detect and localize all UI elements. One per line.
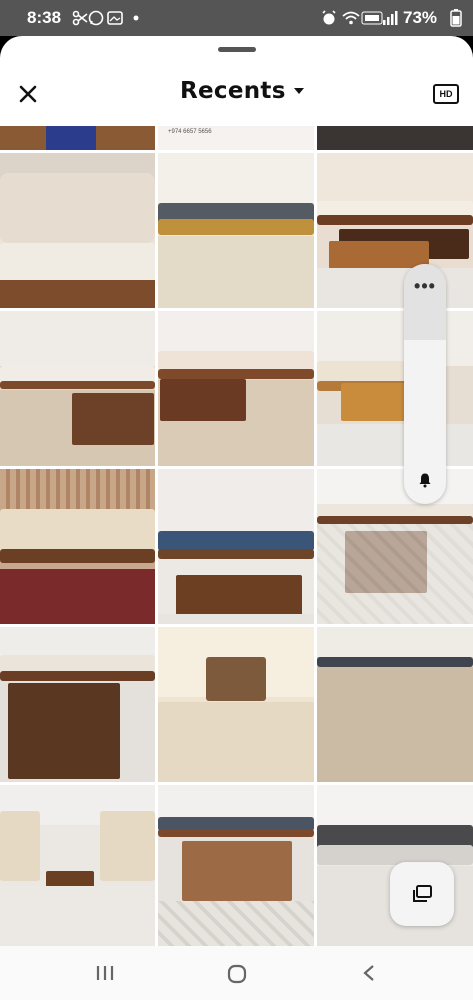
navigation-bar bbox=[0, 946, 473, 1000]
status-time: 8:38 bbox=[27, 8, 62, 27]
hd-label: HD bbox=[439, 89, 453, 99]
photo-grid: +974 6657 5656 bbox=[0, 126, 473, 946]
bell-icon bbox=[419, 473, 431, 488]
photo-thumbnail[interactable] bbox=[158, 627, 314, 782]
photo-thumbnail[interactable] bbox=[158, 469, 314, 624]
photo-thumbnail[interactable] bbox=[317, 153, 473, 308]
album-selector[interactable]: Recents bbox=[180, 78, 304, 104]
signal-icon bbox=[383, 11, 398, 25]
photo-thumbnail[interactable] bbox=[317, 311, 473, 466]
photo-thumbnail[interactable] bbox=[0, 627, 155, 782]
gallery-icon bbox=[107, 11, 123, 25]
status-bar: 8:38 73% bbox=[0, 0, 473, 36]
page-title: Recents bbox=[180, 78, 286, 104]
scissors-icon bbox=[72, 10, 88, 26]
alarm-icon bbox=[322, 10, 336, 25]
home-icon[interactable] bbox=[227, 964, 247, 984]
photo-thumbnail[interactable] bbox=[0, 126, 155, 150]
recent-apps-icon[interactable] bbox=[95, 964, 115, 982]
wifi-icon bbox=[342, 11, 360, 25]
photo-thumbnail[interactable] bbox=[0, 311, 155, 466]
more-dots-icon[interactable]: ••• bbox=[404, 276, 446, 297]
picker-sheet: Recents HD +974 6657 5656 ••• bbox=[0, 36, 473, 1000]
photo-thumbnail[interactable] bbox=[0, 785, 155, 946]
photo-thumbnail[interactable] bbox=[158, 311, 314, 466]
caret-down-icon bbox=[293, 88, 304, 94]
dot-icon bbox=[133, 15, 139, 21]
photo-thumbnail[interactable]: +974 6657 5656 bbox=[158, 126, 314, 150]
folder-icon bbox=[413, 885, 432, 902]
fast-scroller[interactable]: ••• bbox=[404, 264, 446, 504]
partial-text: +974 6657 5656 bbox=[168, 129, 212, 135]
photo-thumbnail[interactable] bbox=[0, 153, 155, 308]
album-button[interactable] bbox=[390, 862, 454, 926]
battery-level: 73% bbox=[403, 8, 438, 27]
drag-handle[interactable] bbox=[218, 47, 256, 52]
photo-thumbnail[interactable] bbox=[158, 785, 314, 946]
hd-toggle-button[interactable]: HD bbox=[433, 84, 459, 104]
photo-thumbnail[interactable] bbox=[317, 627, 473, 782]
photo-thumbnail[interactable] bbox=[0, 469, 155, 624]
photo-thumbnail[interactable] bbox=[317, 469, 473, 624]
battery-icon bbox=[450, 9, 462, 27]
photo-thumbnail[interactable] bbox=[158, 153, 314, 308]
back-icon[interactable] bbox=[362, 964, 376, 982]
whatsapp-icon bbox=[88, 10, 104, 26]
volte-lte2-icon bbox=[361, 11, 383, 25]
close-icon[interactable] bbox=[14, 80, 42, 108]
photo-thumbnail[interactable] bbox=[317, 126, 473, 150]
